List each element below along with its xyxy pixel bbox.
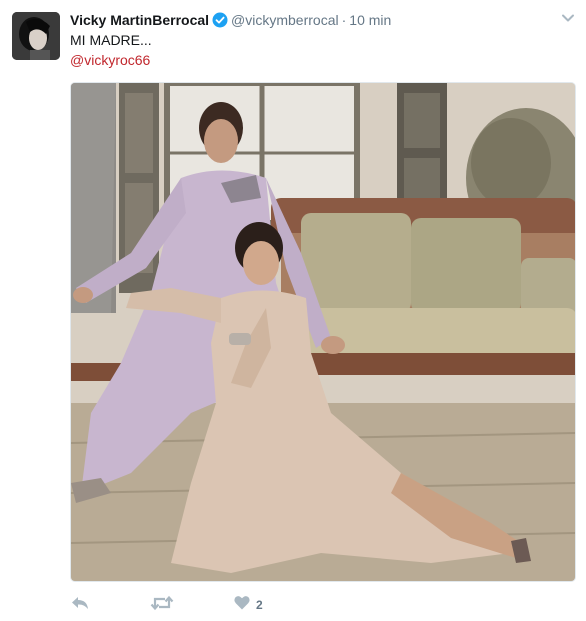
- like-button[interactable]: 2: [234, 593, 263, 617]
- retweet-button[interactable]: [150, 593, 174, 617]
- reply-icon: [70, 595, 90, 616]
- reply-button[interactable]: [70, 593, 90, 617]
- tweet-actions: 2: [70, 593, 370, 617]
- tweet-photo[interactable]: [70, 82, 576, 582]
- tweet-card: Vicky MartinBerrocal @vickymberrocal · 10 m…: [0, 0, 586, 621]
- timestamp[interactable]: 10 min: [349, 12, 391, 28]
- avatar[interactable]: [12, 12, 60, 60]
- like-count: 2: [256, 598, 263, 612]
- mention-link[interactable]: @vickyroc66: [70, 50, 150, 70]
- verified-badge-icon: [212, 12, 228, 33]
- retweet-icon: [150, 595, 174, 616]
- tweet-header: Vicky MartinBerrocal @vickymberrocal · 10 m…: [70, 10, 556, 30]
- tweet-text: MI MADRE...: [70, 32, 152, 48]
- chevron-down-icon[interactable]: [560, 10, 576, 26]
- heart-icon: [234, 595, 250, 615]
- user-handle[interactable]: @vickymberrocal: [231, 12, 339, 28]
- display-name[interactable]: Vicky MartinBerrocal: [70, 12, 209, 28]
- separator-dot: ·: [341, 12, 347, 28]
